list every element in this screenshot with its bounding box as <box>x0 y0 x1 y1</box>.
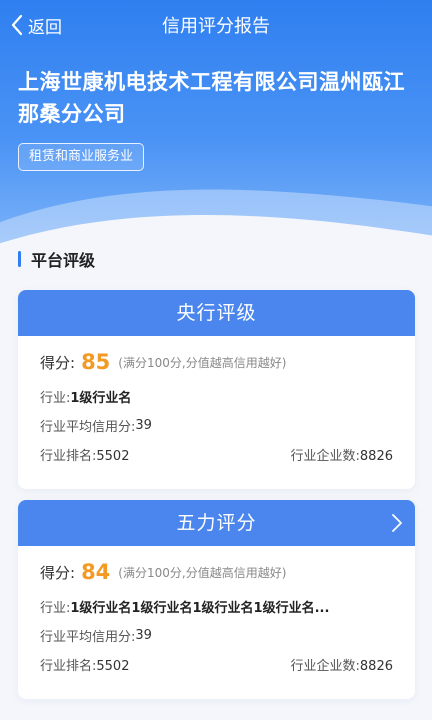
company-count-value: 8826 <box>359 449 393 464</box>
industry-label: 行业: <box>40 391 71 406</box>
rank-value: 5502 <box>96 659 130 674</box>
chevron-right-icon[interactable] <box>391 513 403 533</box>
average-score-row: 行业平均信用分: 39 <box>40 411 393 440</box>
industry-row: 行业: 1级行业名1级行业名1级行业名1级行业名... <box>40 592 393 621</box>
five-force-score-card: 五力评分 得分: 84 (满分100分,分值越高信用越好) 行业: 1级行业名1… <box>18 500 415 699</box>
card-title: 央行评级 <box>18 290 415 336</box>
company-count-value: 8826 <box>359 659 393 674</box>
score-label: 得分: <box>40 563 76 582</box>
company-count-label: 行业企业数: <box>290 659 360 674</box>
score-value: 84 <box>81 560 111 584</box>
top-nav-bar: 返回 信用评分报告 <box>0 0 432 50</box>
score-value: 85 <box>81 350 111 374</box>
average-label: 行业平均信用分: <box>40 630 136 645</box>
card-title-label: 五力评分 <box>176 512 257 534</box>
page-title: 信用评分报告 <box>162 16 270 37</box>
company-name: 上海世康机电技术工程有限公司温州瓯江那桑分公司 <box>18 70 405 126</box>
score-row: 得分: 85 (满分100分,分值越高信用越好) <box>40 342 393 382</box>
rank-value: 5502 <box>96 449 130 464</box>
score-row: 得分: 84 (满分100分,分值越高信用越好) <box>40 552 393 592</box>
score-note: (满分100分,分值越高信用越好) <box>118 565 287 580</box>
rank-label: 行业排名: <box>40 659 97 674</box>
card-title[interactable]: 五力评分 <box>18 500 415 546</box>
average-value: 39 <box>135 628 152 643</box>
average-value: 39 <box>135 418 152 433</box>
section-title: 平台评级 <box>31 251 96 270</box>
industry-tag: 租赁和商业服务业 <box>18 143 145 171</box>
industry-value: 1级行业名 <box>70 391 132 406</box>
industry-label: 行业: <box>40 601 71 616</box>
score-label: 得分: <box>40 353 76 372</box>
average-label: 行业平均信用分: <box>40 420 136 435</box>
section-accent-bar <box>18 251 21 267</box>
rank-label: 行业排名: <box>40 449 97 464</box>
rank-row: 行业排名:5502 行业企业数:8826 <box>40 440 393 469</box>
section-header: 平台评级 <box>18 249 96 270</box>
rank-row: 行业排名:5502 行业企业数:8826 <box>40 650 393 679</box>
industry-value: 1级行业名1级行业名1级行业名1级行业名... <box>70 601 330 616</box>
company-count-label: 行业企业数: <box>290 449 360 464</box>
wave-decoration <box>0 189 432 250</box>
industry-row: 行业: 1级行业名 <box>40 382 393 411</box>
central-bank-rating-card: 央行评级 得分: 85 (满分100分,分值越高信用越好) 行业: 1级行业名 … <box>18 290 415 489</box>
average-score-row: 行业平均信用分: 39 <box>40 621 393 650</box>
score-note: (满分100分,分值越高信用越好) <box>118 355 287 370</box>
